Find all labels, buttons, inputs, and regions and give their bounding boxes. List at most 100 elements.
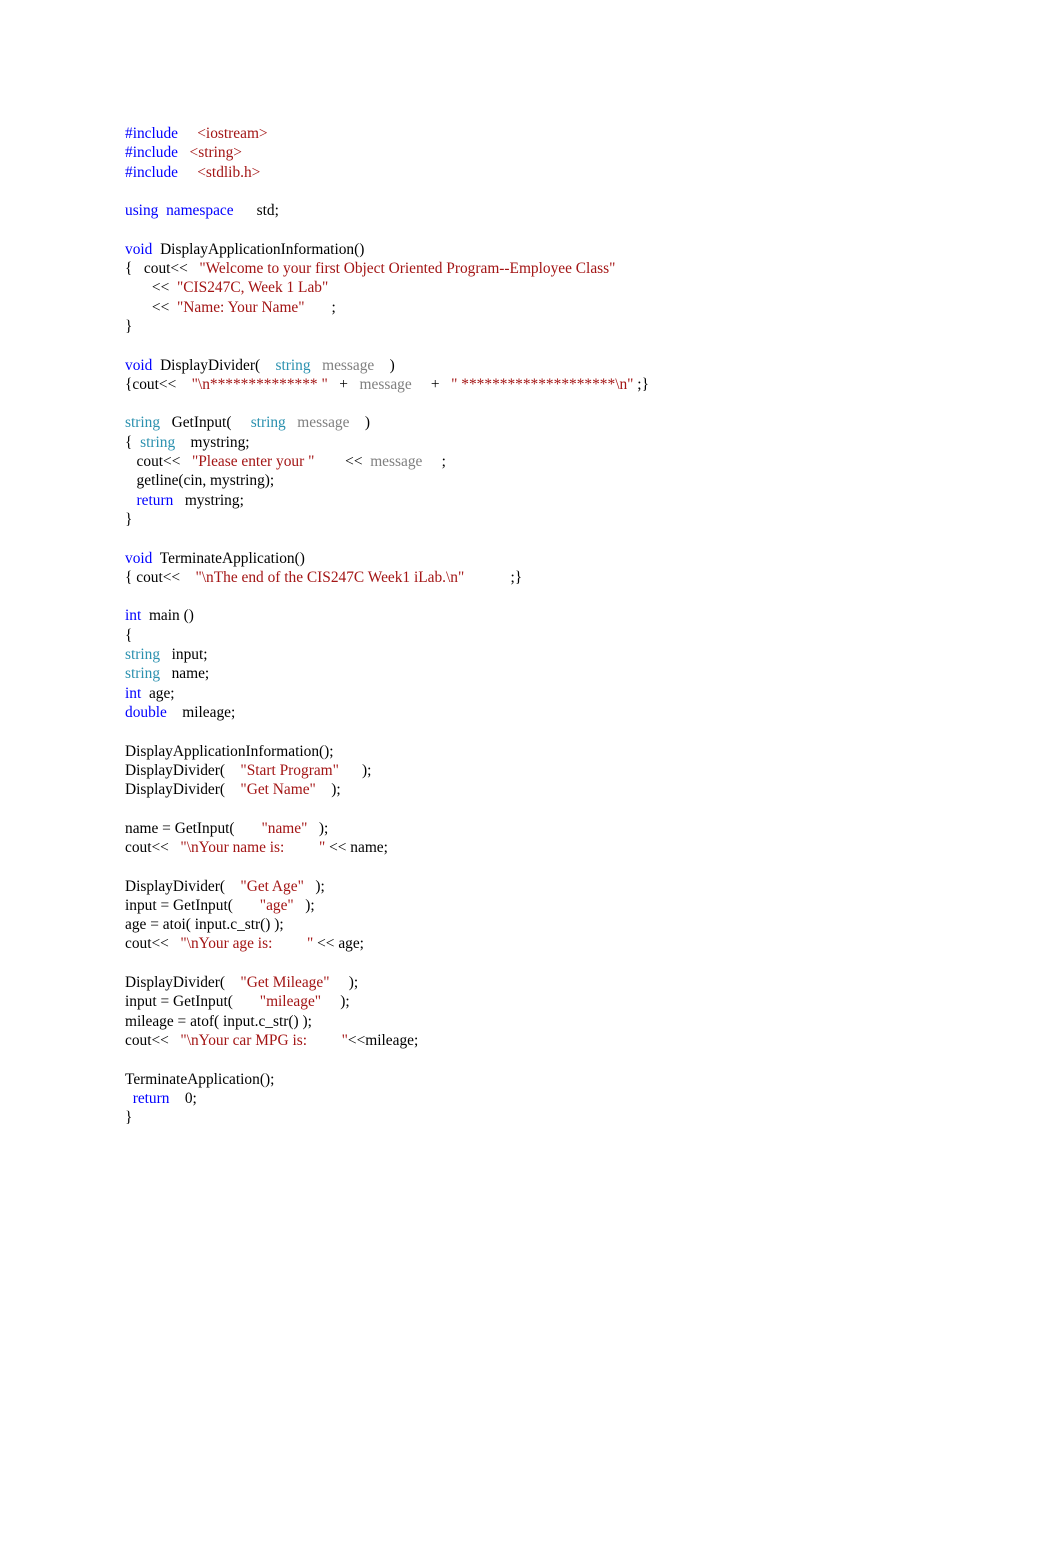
code-line: DisplayDivider( "Get Mileage" ); [125,973,985,992]
code-token-plain: ) [374,356,395,374]
code-token-plain: ); [303,877,325,895]
code-token-str: <stdlib.h> [197,163,261,181]
code-token-type: string [125,665,161,683]
code-token-kw: #include [125,144,178,162]
code-token-kw: #include [125,125,178,142]
code-line: int main () [125,606,985,625]
code-line: } [125,1108,985,1127]
code-token-plain: main () [141,607,194,625]
code-token-str: "Start Program" [240,761,339,779]
code-token-str: "Get Name" [240,781,316,799]
code-line: string GetInput( string message ) [125,413,985,432]
code-token-plain: name = GetInput( [125,819,262,837]
code-token-type: string [275,356,311,374]
code-token-kw: using [125,202,159,220]
code-token-str: "\nYour age is: " [180,935,314,953]
code-listing: #include <iostream> #include <string> #inc… [125,124,985,1127]
code-line: cout<< "\nYour age is: " << age; [125,934,985,953]
code-token-str: "\nYour name is: " [180,838,326,856]
code-line: input = GetInput( "age" ); [125,896,985,915]
code-token-plain: } [125,317,133,335]
code-token-plain: age = atoi( input.c_str() ); [125,916,284,934]
code-token-str: "CIS247C, Week 1 Lab" [177,279,329,297]
code-token-plain: + [327,375,360,393]
code-token-plain: << [125,298,177,316]
code-token-plain: cout<< [125,1031,181,1049]
code-token-str: "Name: Your Name" [177,298,305,316]
code-token-type: string [140,433,176,451]
code-token-plain: DisplayDivider( [125,761,241,779]
code-line: TerminateApplication(); [125,1070,985,1089]
code-line: string input; [125,645,985,664]
code-line: cout<< "\nYour name is: " << name; [125,838,985,857]
code-token-plain: DisplayDivider( [125,877,241,895]
code-token-plain: <<mileage; [347,1031,419,1049]
code-line: cout<< "\nYour car MPG is: "<<mileage; [125,1031,985,1050]
code-token-plain: ); [307,819,329,837]
code-token-plain: { cout<< [125,568,196,586]
code-token-plain: input = GetInput( [125,993,260,1011]
code-token-type: string [125,646,161,664]
code-line: DisplayDivider( "Get Name" ); [125,780,985,799]
code-token-plain: mileage = atof( input.c_str() ); [125,1012,312,1030]
code-token-plain: ; [422,453,446,471]
code-line: double mileage; [125,703,985,722]
code-token-plain: cout<< [125,838,181,856]
code-line: << "CIS247C, Week 1 Lab" [125,278,985,297]
code-token-id: message [297,414,350,432]
code-token-str: "\nYour car MPG is: " [180,1031,348,1049]
code-token-plain: { cout<< [125,260,200,278]
code-token-kw: namespace [166,202,234,220]
code-token-plain: ); [329,974,359,992]
code-token-plain: ); [321,993,350,1011]
code-line: #include <iostream> [125,124,985,143]
code-line: { cout<< "Welcome to your first Object O… [125,259,985,278]
code-token-plain: ) [349,414,370,432]
code-token-str: "Get Age" [240,877,304,895]
code-token-kw: return [136,491,174,509]
code-line: } [125,510,985,529]
code-token-plain: ); [338,761,372,779]
code-line: { cout<< "\nThe end of the CIS247C Week1… [125,568,985,587]
code-token-plain: } [125,1109,133,1127]
code-token-id: message [359,375,412,393]
code-token-plain: << name; [325,838,388,856]
code-token-plain: << [125,279,177,297]
code-line: mileage = atof( input.c_str() ); [125,1012,985,1031]
code-token-plain: { [125,626,133,644]
code-token-plain: age; [141,684,175,702]
code-token-str: <string> [189,144,242,162]
code-line: string name; [125,664,985,683]
code-line: DisplayDivider( "Start Program" ); [125,761,985,780]
code-token-id: message [322,356,375,374]
code-token-plain: } [125,510,133,528]
code-token-kw: void [125,356,153,374]
code-line: int age; [125,684,985,703]
code-token-str: "mileage" [259,993,322,1011]
code-line: { [125,626,985,645]
code-token-kw: void [125,549,153,567]
code-token-plain: cout<< [125,453,192,471]
code-line: } [125,317,985,336]
code-token-plain: {cout<< [125,375,192,393]
code-token-plain: ); [315,781,341,799]
code-token-kw: return [132,1089,170,1107]
code-token-str: "Get Mileage" [240,974,330,992]
code-token-plain: cout<< [125,935,181,953]
code-token-plain: mystring; [173,491,244,509]
code-token-str: "\n************** " [191,375,328,393]
code-token-kw: int [125,607,142,625]
